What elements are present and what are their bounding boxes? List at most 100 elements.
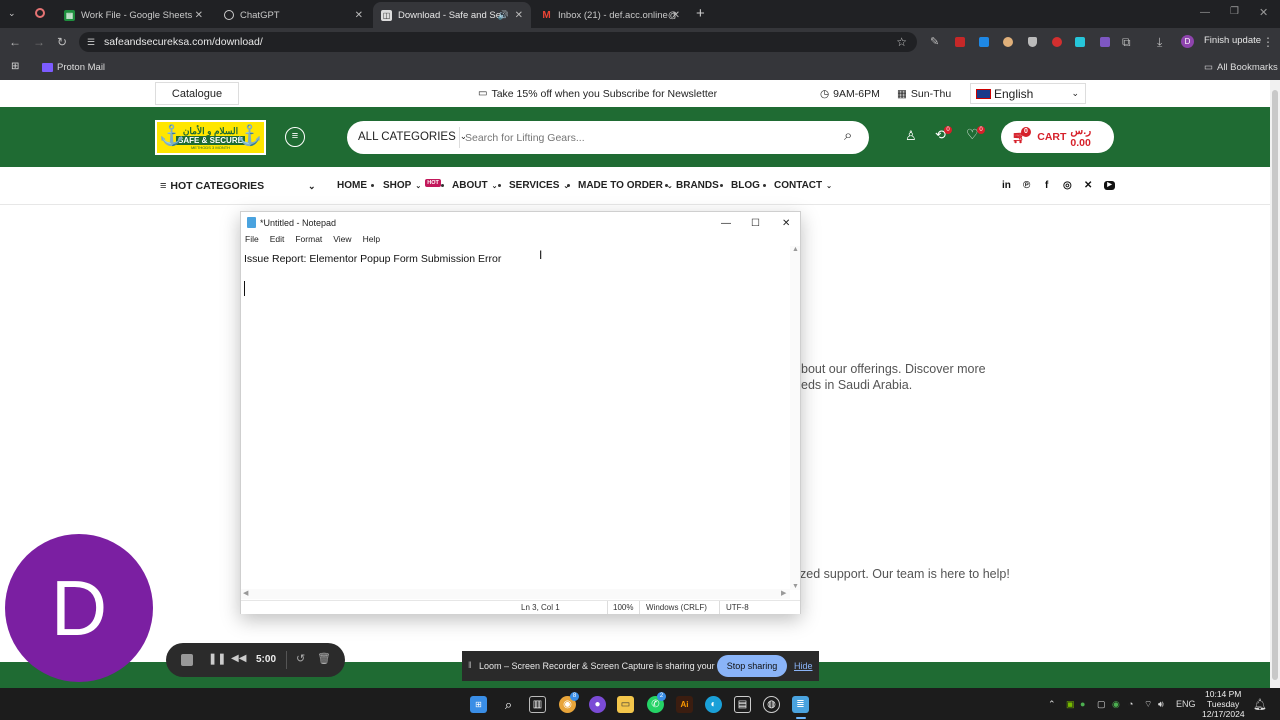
download-icon[interactable]: ⤓ xyxy=(1157,34,1162,50)
pause-icon[interactable]: ❚❚ xyxy=(208,652,226,665)
task-view-icon[interactable]: ▥ xyxy=(529,696,546,713)
nav-services[interactable]: SERVICES ⌄ xyxy=(509,180,569,191)
notepad-titlebar[interactable]: *Untitled - Notepad — ☐ ✕ xyxy=(241,212,800,234)
close-tab-icon[interactable]: ✕ xyxy=(195,10,203,21)
extension-purple-icon[interactable] xyxy=(1100,37,1110,47)
notepad-text-area[interactable]: Issue Report: Elementor Popup Form Submi… xyxy=(242,246,790,590)
reload-icon[interactable]: ↻ xyxy=(57,34,67,50)
close-tab-icon[interactable]: ✕ xyxy=(515,10,523,21)
close-window-icon[interactable]: ✕ xyxy=(1259,6,1268,19)
close-tab-icon[interactable]: ✕ xyxy=(355,10,363,21)
scroll-down-icon[interactable]: ▼ xyxy=(792,583,799,590)
menu-edit[interactable]: Edit xyxy=(270,234,285,246)
clock-time[interactable]: 10:14 PM xyxy=(1205,689,1241,699)
loom-camera-bubble[interactable]: D xyxy=(5,534,153,682)
facebook-icon[interactable]: f xyxy=(1045,180,1048,191)
chrome-menu-icon[interactable]: ⋮ xyxy=(1262,34,1274,50)
extensions-puzzle-icon[interactable]: ⧉ xyxy=(1122,34,1131,50)
linkedin-icon[interactable]: in xyxy=(1002,180,1011,191)
tab-google-sheets[interactable]: ▦ Work File - Google Sheets ✕ xyxy=(56,4,211,26)
account-icon[interactable]: ♙ xyxy=(905,128,917,144)
profile-avatar[interactable]: D xyxy=(1181,35,1194,48)
horizontal-scrollbar[interactable]: ◀ ▶ xyxy=(241,589,790,599)
apps-grid-icon[interactable]: ⊞ xyxy=(11,61,19,72)
menu-file[interactable]: File xyxy=(245,234,259,246)
notepad-taskbar-icon[interactable]: ≣ xyxy=(792,696,809,713)
restart-icon[interactable]: ↺ xyxy=(296,652,305,665)
file-explorer-icon[interactable]: ▭ xyxy=(617,696,634,713)
tab-gmail[interactable]: M Inbox (21) - def.acc.online@gm ✕ xyxy=(533,4,688,26)
tray-app-icon[interactable]: ◉ xyxy=(1112,699,1120,710)
catalogue-button[interactable]: Catalogue xyxy=(155,82,239,105)
stop-sharing-button[interactable]: Stop sharing xyxy=(717,655,787,677)
forward-icon[interactable]: → xyxy=(33,34,45,50)
tab-download-active[interactable]: ◫ Download - Safe and Secur 🔊 ✕ xyxy=(373,2,531,28)
newsletter-promo[interactable]: ▭ Take 15% off when you Subscribe for Ne… xyxy=(478,88,717,100)
menu-view[interactable]: View xyxy=(333,234,351,246)
media-app-icon[interactable]: ● xyxy=(589,696,606,713)
search-icon[interactable]: ⌕ xyxy=(500,696,517,713)
bookmark-star-icon[interactable]: ☆ xyxy=(896,35,907,49)
windows-start-icon[interactable]: ⊞ xyxy=(470,696,487,713)
nav-brands[interactable]: BRANDS xyxy=(676,180,719,191)
language-select[interactable]: English ⌄ xyxy=(970,83,1086,104)
nav-blog[interactable]: BLOG xyxy=(731,180,760,191)
category-select[interactable]: ALL CATEGORIES ⌄ xyxy=(358,131,467,143)
extension-red-icon[interactable] xyxy=(955,37,965,47)
volume-icon[interactable]: 🔊︎ xyxy=(1158,699,1164,710)
site-info-icon[interactable]: ☰ xyxy=(87,37,95,48)
drag-handle-icon[interactable]: ‖ xyxy=(468,660,472,670)
store-icon[interactable]: ▤ xyxy=(734,696,751,713)
edge-icon[interactable]: ◐ xyxy=(705,696,722,713)
hide-button[interactable]: Hide xyxy=(794,661,813,671)
extension-blue-icon[interactable] xyxy=(979,37,989,47)
extension-lastpass-icon[interactable] xyxy=(1052,37,1062,47)
extension-shield-icon[interactable] xyxy=(1028,37,1037,47)
page-scrollbar[interactable] xyxy=(1270,80,1280,688)
show-hidden-icons[interactable]: ⌃ xyxy=(1048,699,1056,710)
back-icon[interactable]: ← xyxy=(9,34,21,50)
tray-app-icon[interactable]: ▢ xyxy=(1097,699,1106,710)
menu-toggle-icon[interactable]: ≡ xyxy=(285,127,305,147)
vertical-scrollbar[interactable]: ▲ ▼ xyxy=(790,246,800,590)
menu-help[interactable]: Help xyxy=(363,234,380,246)
tab-chatgpt[interactable]: ChatGPT ✕ xyxy=(216,4,371,26)
pinterest-icon[interactable]: ℗ xyxy=(1023,180,1030,191)
scroll-up-icon[interactable]: ▲ xyxy=(792,246,799,253)
finish-update-button[interactable]: Finish update xyxy=(1204,35,1261,46)
site-logo[interactable]: ⚓ السلام و الأمان SAFE & SECURE METHODS … xyxy=(155,120,266,155)
maximize-icon[interactable]: ☐ xyxy=(751,218,760,229)
menu-format[interactable]: Format xyxy=(295,234,322,246)
tray-app-icon[interactable]: ● xyxy=(1080,699,1085,709)
notifications-icon[interactable]: 🔔︎ xyxy=(1253,698,1267,711)
trash-icon[interactable]: 🗑︎ xyxy=(317,652,331,665)
nav-home[interactable]: HOME xyxy=(337,180,367,191)
restore-window-icon[interactable]: ❐ xyxy=(1230,6,1239,17)
record-icon[interactable] xyxy=(35,8,45,18)
wifi-icon[interactable]: ⌔ xyxy=(1144,699,1152,710)
extension-teal-icon[interactable] xyxy=(1075,37,1085,47)
cart-button[interactable]: 🛒︎ 0 CART ر.س 0.00 xyxy=(1001,121,1114,153)
x-twitter-icon[interactable]: ✕ xyxy=(1084,180,1092,191)
rewind-icon[interactable]: ◀◀ xyxy=(231,653,246,664)
address-bar[interactable]: ☰ safeandsecureksa.com/download/ ☆ xyxy=(79,32,917,52)
extension-face-icon[interactable] xyxy=(1003,37,1013,47)
obs-icon[interactable]: ◍ xyxy=(763,696,780,713)
new-tab-icon[interactable]: + xyxy=(696,5,705,22)
close-tab-icon[interactable]: ✕ xyxy=(672,10,680,21)
nav-about[interactable]: ABOUT ⌄ xyxy=(452,180,497,191)
search-input[interactable] xyxy=(465,128,825,148)
nav-shop[interactable]: SHOP ⌄ HOT xyxy=(383,179,441,191)
language-indicator[interactable]: ENG xyxy=(1176,699,1196,709)
nvidia-icon[interactable]: ▣ xyxy=(1066,699,1075,710)
minimize-icon[interactable]: — xyxy=(721,218,731,229)
notepad-window[interactable]: *Untitled - Notepad — ☐ ✕ File Edit Form… xyxy=(240,211,801,614)
close-icon[interactable]: ✕ xyxy=(782,218,790,229)
pen-extension-icon[interactable]: ✎ xyxy=(930,34,939,50)
minimize-window-icon[interactable]: — xyxy=(1200,7,1210,18)
nav-made-to-order[interactable]: MADE TO ORDER ⌄ xyxy=(578,180,673,191)
stop-recording-icon[interactable] xyxy=(181,654,193,666)
nav-contact[interactable]: CONTACT ⌄ xyxy=(774,180,832,191)
illustrator-icon[interactable]: Ai xyxy=(676,696,693,713)
tray-app-icon[interactable]: ◔ xyxy=(1128,699,1133,709)
